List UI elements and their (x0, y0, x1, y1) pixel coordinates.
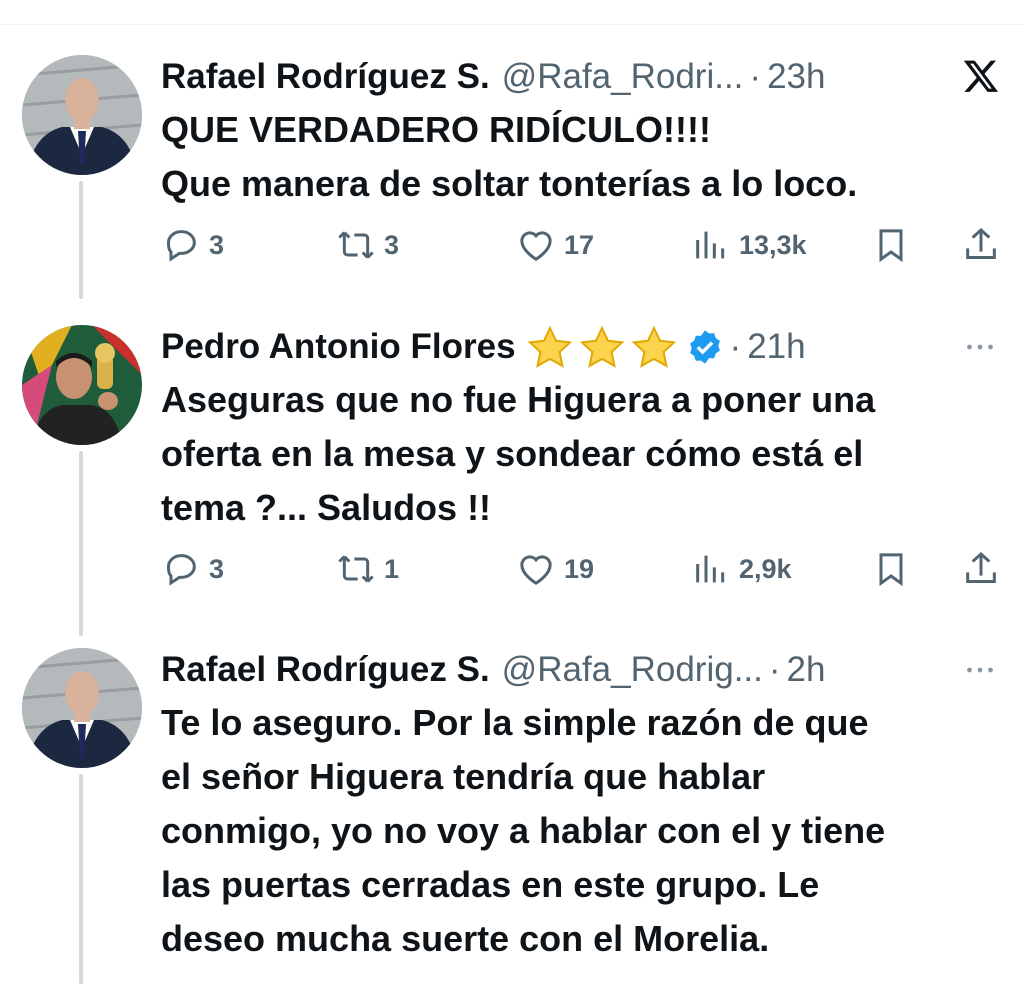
views-icon (696, 231, 725, 259)
retweet-icon (338, 231, 374, 259)
retweet-button[interactable]: 1 (336, 547, 399, 591)
tweet-text-line: QUE VERDADERO RIDÍCULO!!!! (161, 109, 711, 150)
tweet-text-line: Te lo aseguro. Por la simple razón de qu… (161, 702, 869, 743)
separator-dot: · (768, 650, 781, 689)
timestamp[interactable]: 23h (767, 55, 825, 99)
star-icon (527, 325, 572, 368)
tweet-text-line: deseo mucha suerte con el Morelia. (161, 918, 770, 959)
retweet-count: 3 (384, 229, 400, 260)
reply-icon (166, 554, 196, 586)
top-divider (0, 24, 1024, 25)
tweet-text: Aseguras que no fue Higuera a poner una … (161, 373, 1011, 535)
like-count: 19 (564, 553, 595, 584)
x-logo-icon[interactable] (962, 57, 1000, 95)
share-button[interactable] (961, 223, 1001, 267)
thread-connector (79, 451, 83, 636)
action-bar: 3 1 19 2,9k (161, 547, 1011, 591)
share-button[interactable] (961, 547, 1001, 591)
retweet-icon (338, 555, 374, 583)
tweet-3[interactable]: Rafael Rodríguez S. @Rafa_Rodrig... · 2h… (0, 648, 1024, 984)
tweet-text-line: el señor Higuera tendría que hablar (161, 756, 766, 797)
heart-icon (520, 231, 552, 261)
author-name[interactable]: Rafael Rodríguez S. (161, 648, 490, 692)
views-count: 13,3k (739, 229, 807, 260)
tweet-text-line: las puertas cerradas en este grupo. Le (161, 864, 820, 905)
tweet-text-line: Aseguras que no fue Higuera a poner una (161, 379, 876, 420)
name-emoji-stars (524, 325, 680, 369)
separator-dot: · (729, 327, 742, 366)
more-icon[interactable] (962, 652, 998, 688)
reply-count: 3 (209, 229, 225, 260)
verified-badge-icon[interactable] (686, 328, 724, 366)
tweet-text-line: Que manera de soltar tonterías a lo loco… (161, 163, 858, 204)
views-button[interactable]: 13,3k (691, 223, 807, 267)
avatar[interactable] (22, 648, 142, 768)
separator-dot: · (749, 57, 762, 96)
author-handle[interactable]: @Rafa_Rodri... (502, 55, 744, 99)
star-icon (631, 325, 676, 368)
retweet-button[interactable]: 3 (336, 223, 399, 267)
bookmark-button[interactable] (871, 547, 911, 591)
action-bar: 3 3 17 13,3k (161, 223, 1011, 267)
bookmark-button[interactable] (871, 223, 911, 267)
tweet-text: Te lo aseguro. Por la simple razón de qu… (161, 696, 1011, 966)
like-button[interactable]: 17 (516, 223, 594, 267)
heart-icon (520, 555, 552, 585)
more-icon[interactable] (962, 329, 998, 365)
share-icon (966, 227, 996, 259)
tweet-1[interactable]: Rafael Rodríguez S. @Rafa_Rodri... · 23h… (0, 55, 1024, 305)
reply-icon (166, 230, 196, 262)
avatar[interactable] (22, 55, 142, 175)
like-button[interactable]: 19 (516, 547, 594, 591)
tweet-header: Pedro Antonio Flores · 21h (161, 325, 806, 369)
views-button[interactable]: 2,9k (691, 547, 792, 591)
author-handle[interactable]: @Rafa_Rodrig... (502, 648, 763, 692)
author-name[interactable]: Pedro Antonio Flores (161, 325, 516, 369)
reply-button[interactable]: 3 (161, 547, 224, 591)
tweet-text-line: oferta en la mesa y sondear cómo está el (161, 433, 864, 474)
like-count: 17 (564, 229, 595, 260)
author-name[interactable]: Rafael Rodríguez S. (161, 55, 490, 99)
tweet-header: Rafael Rodríguez S. @Rafa_Rodrig... · 2h (161, 648, 825, 692)
thread-connector (79, 181, 83, 299)
reply-button[interactable]: 3 (161, 223, 224, 267)
timestamp[interactable]: 21h (747, 325, 805, 369)
tweet-text-line: conmigo, yo no voy a hablar con el y tie… (161, 810, 886, 851)
retweet-count: 1 (384, 553, 400, 584)
views-count: 2,9k (739, 553, 792, 584)
views-icon (696, 555, 725, 583)
tweet-text: QUE VERDADERO RIDÍCULO!!!! Que manera de… (161, 103, 1011, 211)
reply-count: 3 (209, 553, 225, 584)
tweet-text-line: tema ?... Saludos !! (161, 487, 492, 528)
thread-connector (79, 774, 83, 984)
timestamp[interactable]: 2h (787, 648, 826, 692)
tweet-header: Rafael Rodríguez S. @Rafa_Rodri... · 23h (161, 55, 825, 99)
bookmark-icon (879, 229, 903, 263)
bookmark-icon (879, 553, 903, 587)
star-icon (579, 325, 624, 368)
tweet-2[interactable]: Pedro Antonio Flores · 21h Aseguras que … (0, 325, 1024, 636)
avatar[interactable] (22, 325, 142, 445)
share-icon (966, 551, 996, 583)
